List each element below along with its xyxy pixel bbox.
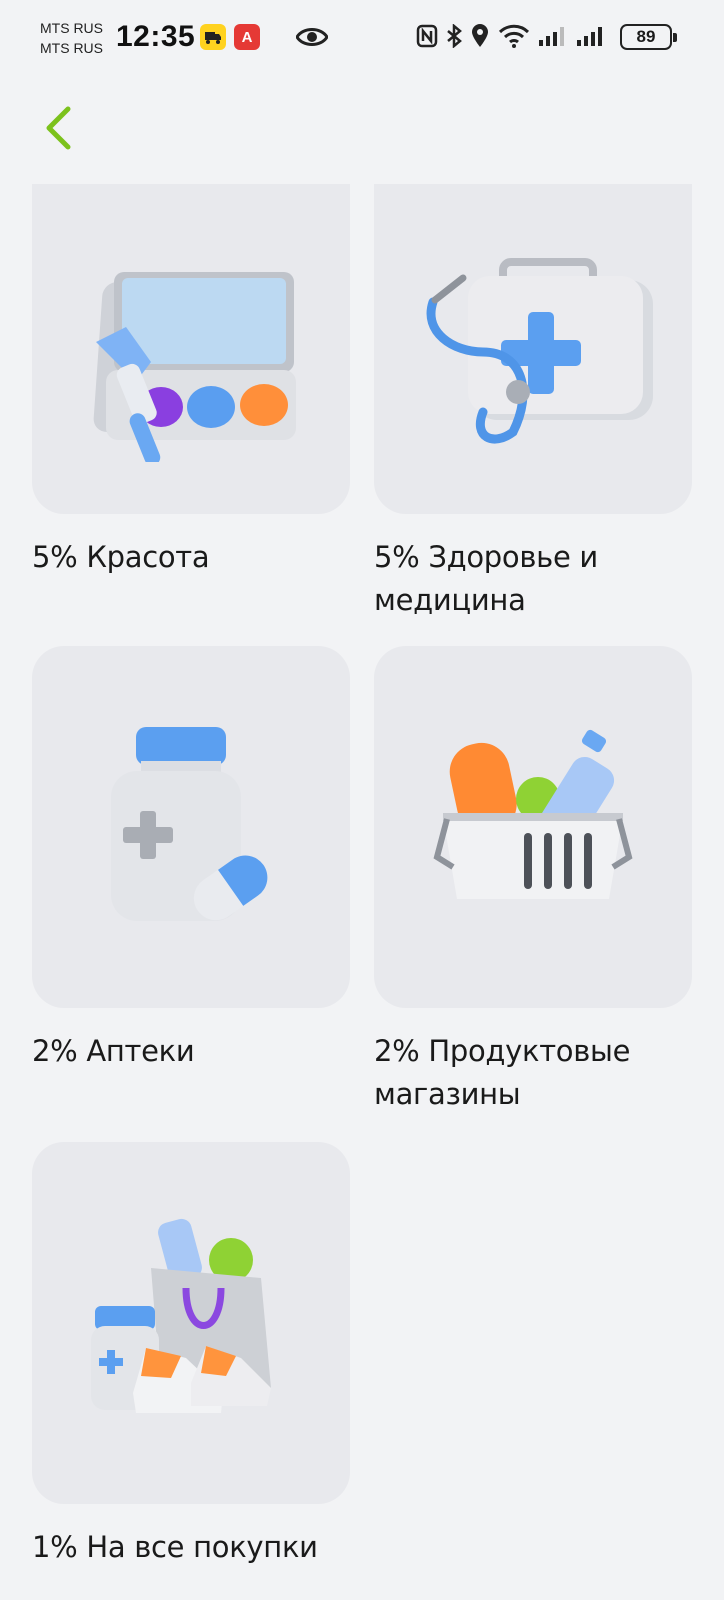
battery-indicator: 89: [620, 24, 677, 50]
category-tile: [32, 150, 350, 514]
carrier-2: MTS RUS: [40, 40, 103, 56]
bluetooth-icon: [447, 24, 462, 48]
category-card-beauty[interactable]: 5% Красота: [32, 150, 350, 579]
nfc-icon: [416, 24, 438, 48]
signal-1-icon: [539, 27, 564, 46]
category-tile: [32, 1142, 350, 1504]
shopping-bag-icon: [91, 1218, 271, 1413]
category-tile: [374, 646, 692, 1008]
pill-bottle-icon: [111, 727, 268, 921]
signal-2-icon: [577, 27, 602, 46]
category-label: 5% Здоровье и медицина: [374, 540, 598, 617]
eye-icon: [296, 28, 328, 46]
medical-kit-icon: [426, 258, 653, 444]
clock: 12:35: [116, 20, 196, 53]
makeup-palette-icon: [93, 272, 296, 462]
back-button[interactable]: [30, 100, 86, 156]
category-card-pharmacies[interactable]: 2% Аптеки: [32, 646, 350, 1073]
category-label: 1% На все покупки: [32, 1530, 318, 1564]
category-label: 2% Продуктовые магазины: [374, 1034, 631, 1111]
category-label: 2% Аптеки: [32, 1034, 195, 1068]
bank-app-icon: A: [234, 24, 260, 50]
category-card-groceries[interactable]: 2% Продуктовые магазины: [374, 646, 692, 1116]
category-label: 5% Красота: [32, 540, 210, 574]
location-icon: [472, 24, 488, 47]
category-card-all-purchases[interactable]: 1% На все покупки: [32, 1142, 350, 1569]
category-tile: [374, 150, 692, 514]
carrier-1: MTS RUS: [40, 20, 103, 36]
system-icons: [416, 24, 606, 48]
status-bar: MTS RUS MTS RUS 12:35 A 89: [0, 0, 724, 80]
carrier-labels: MTS RUS MTS RUS: [40, 18, 103, 58]
chevron-left-icon: [46, 106, 71, 150]
category-tile: [32, 646, 350, 1008]
category-card-health[interactable]: 5% Здоровье и медицина: [374, 150, 692, 622]
delivery-app-icon: [200, 24, 226, 50]
wifi-icon: [498, 24, 530, 48]
grocery-basket-icon: [433, 729, 633, 899]
